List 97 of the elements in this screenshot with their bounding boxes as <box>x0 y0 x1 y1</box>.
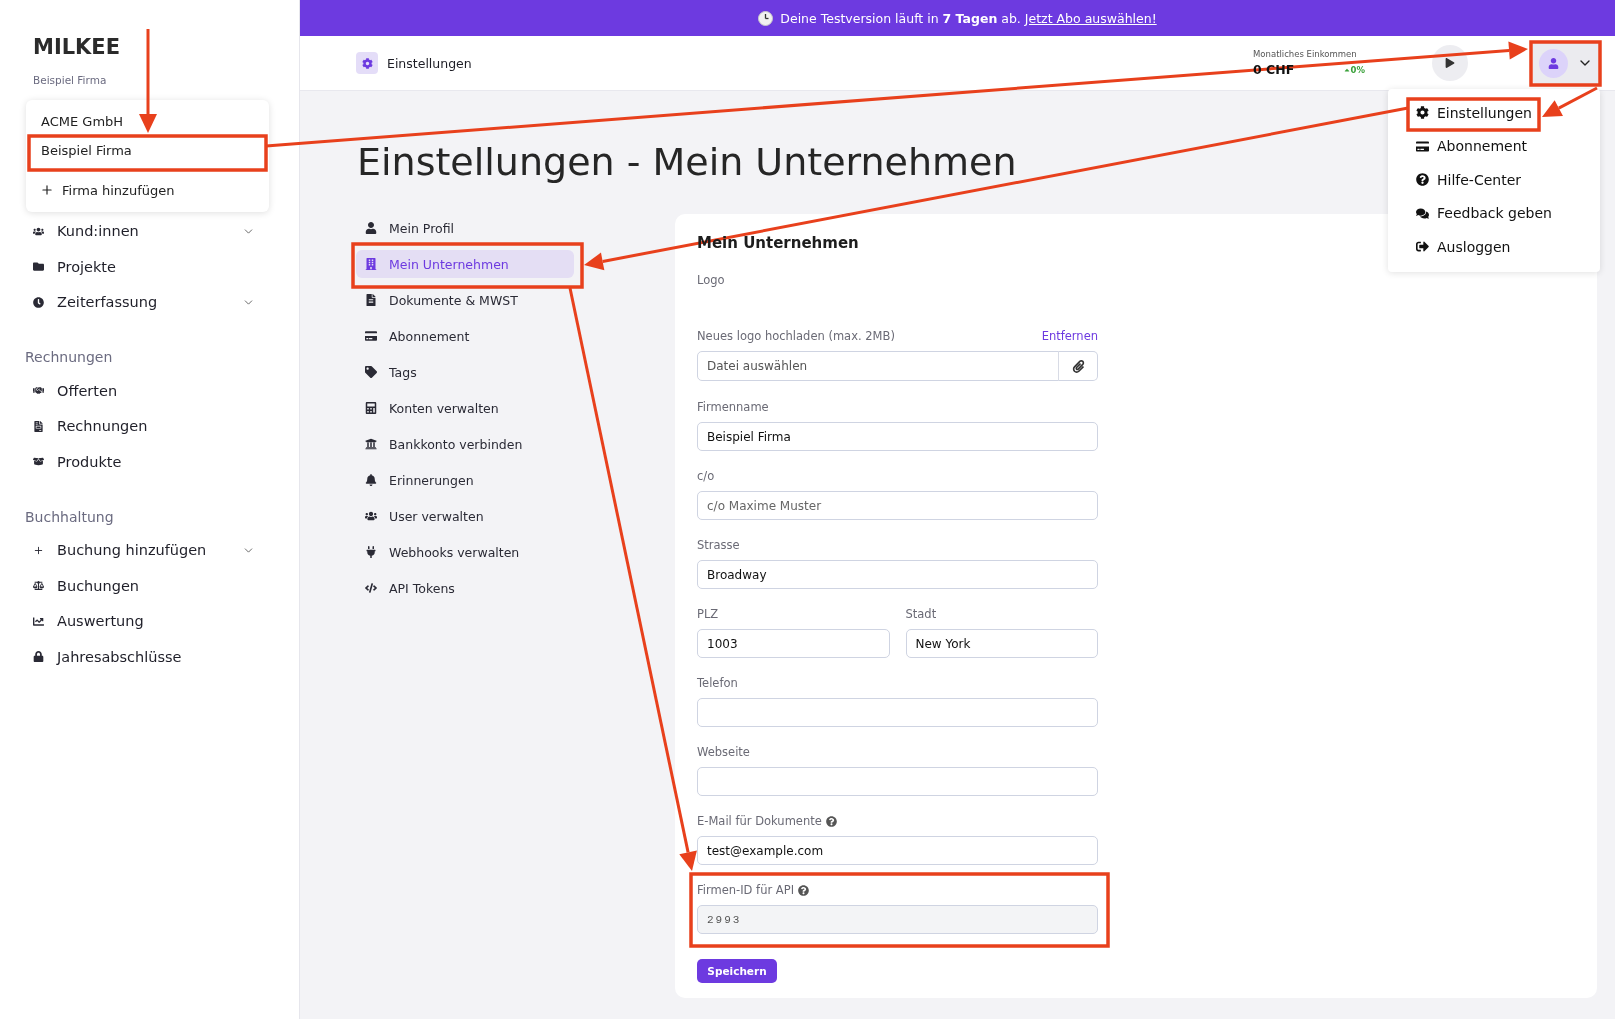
settings-nav-item[interactable]: Abonnement <box>356 322 574 350</box>
clock-icon <box>758 10 774 26</box>
settings-nav-item[interactable]: User verwalten <box>356 502 574 530</box>
annotation-arrow <box>1542 86 1598 117</box>
code-icon <box>365 582 377 594</box>
company-option[interactable]: ACME GmbH <box>26 106 269 136</box>
settings-nav-item[interactable]: Konten verwalten <box>356 394 574 422</box>
file-input-field[interactable]: Datei auswählen <box>697 351 1059 381</box>
tag-icon <box>365 366 377 378</box>
plus-icon <box>33 544 44 556</box>
choose-plan-link[interactable]: Jetzt Abo auswählen! <box>1024 10 1157 26</box>
save-button[interactable]: Speichern <box>697 959 777 983</box>
settings-nav-item[interactable]: API Tokens <box>356 574 574 602</box>
text-input-field[interactable]: 1003 <box>697 629 890 658</box>
lock-icon <box>33 651 44 663</box>
add-company-button[interactable]: Firma hinzufügen <box>26 175 269 205</box>
settings-nav-item[interactable]: Tags <box>356 358 574 386</box>
field-label: Webseite <box>697 745 750 759</box>
settings-nav-item[interactable]: Mein Profil <box>356 214 574 242</box>
field-label: Telefon <box>697 676 738 690</box>
settings-nav-item[interactable]: Dokumente & MWST <box>356 286 574 314</box>
field-label: Firmenname <box>697 400 769 414</box>
plug-icon <box>365 546 377 558</box>
nav-item[interactable]: Produkte <box>0 444 299 480</box>
users-icon <box>365 510 377 522</box>
nav-item[interactable]: Jahresabschlüsse <box>0 639 299 675</box>
settings-nav-item[interactable]: Bankkonto verbinden <box>356 430 574 458</box>
menu-item[interactable]: Hilfe-Center <box>1388 163 1600 197</box>
text-input-field[interactable]: Beispiel Firma <box>697 422 1098 451</box>
field-label: Stadt <box>905 607 937 621</box>
card-heading: Mein Unternehmen <box>697 234 859 252</box>
users-icon <box>33 225 44 237</box>
nav-item[interactable]: Offerten <box>0 373 299 409</box>
app-logo: MILKEE <box>32 34 121 60</box>
attach-button[interactable] <box>1058 351 1098 381</box>
text-input-field[interactable]: Broadway <box>697 560 1098 589</box>
income-label: Monatliches Einkommen <box>1253 49 1357 59</box>
settings-nav-item[interactable]: Mein Unternehmen <box>356 250 574 278</box>
nav-item[interactable]: Kund:innen <box>0 213 299 249</box>
menu-item[interactable]: Einstellungen <box>1388 96 1600 130</box>
field-label: E-Mail für Dokumente <box>697 814 822 828</box>
play-icon <box>1445 58 1455 68</box>
header-title: Einstellungen <box>387 55 472 71</box>
box-icon <box>33 456 44 468</box>
income-change: 0% <box>1350 64 1365 75</box>
scale-icon <box>33 580 44 592</box>
text-input-field[interactable]: test@example.com <box>697 836 1098 865</box>
bank-icon <box>365 438 377 450</box>
page-title: Einstellungen - Mein Unternehmen <box>356 140 1017 184</box>
company-option[interactable]: Beispiel Firma <box>26 135 269 165</box>
document-icon <box>365 294 377 306</box>
nav-item[interactable]: Buchung hinzufügen <box>0 532 299 568</box>
paperclip-icon <box>1071 359 1085 373</box>
field-label: Strasse <box>697 538 740 552</box>
settings-nav-item[interactable]: Erinnerungen <box>356 466 574 494</box>
text-input-field[interactable]: c/o Maxime Muster <box>697 491 1098 520</box>
settings-icon <box>1416 106 1429 120</box>
credit-card-icon <box>365 330 377 342</box>
settings-icon <box>356 52 378 74</box>
nav-section-heading: Rechnungen <box>25 348 113 366</box>
field-label: Firmen-ID für API <box>697 883 795 897</box>
nav-item[interactable]: Zeiterfassung <box>0 284 299 320</box>
field-label: c/o <box>697 469 715 483</box>
credit-card-icon <box>1416 139 1429 153</box>
logout-icon <box>1416 240 1429 254</box>
text-input-field[interactable] <box>697 698 1098 727</box>
field-label: Logo <box>697 273 725 287</box>
nav-section-heading: Buchhaltung <box>25 507 114 526</box>
menu-item[interactable]: Ausloggen <box>1388 230 1600 264</box>
user-icon <box>365 222 377 234</box>
settings-nav-item[interactable]: Webhooks verwalten <box>356 538 574 566</box>
bell-icon <box>365 474 377 486</box>
remove-link[interactable]: Entfernen <box>1041 329 1098 343</box>
trial-notice: Deine Testversion läuft in 7 Tagen ab. Jetzt Abo auswählen! <box>780 10 1157 26</box>
nav-item[interactable]: Auswertung <box>0 603 299 639</box>
field-label: Neues logo hochladen (max. 2MB) <box>697 329 895 343</box>
menu-item[interactable]: Abonnement <box>1388 129 1600 163</box>
nav-item[interactable]: Buchungen <box>0 568 299 604</box>
field-label: PLZ <box>697 607 719 621</box>
nav-item[interactable]: Rechnungen <box>0 408 299 444</box>
company-name: Beispiel Firma <box>33 73 107 88</box>
help-icon <box>1416 173 1429 187</box>
document-icon <box>33 420 44 432</box>
chat-icon <box>1416 206 1429 220</box>
line-chart-icon <box>33 615 44 627</box>
folder-icon <box>33 261 44 273</box>
nav-item[interactable]: Projekte <box>0 249 299 285</box>
building-icon <box>365 258 377 270</box>
calculator-icon <box>365 402 377 414</box>
handshake-icon <box>33 385 44 397</box>
menu-item[interactable]: Feedback geben <box>1388 196 1600 230</box>
text-input-field[interactable] <box>697 767 1098 796</box>
clock-icon <box>33 296 44 308</box>
plus-icon <box>40 183 54 197</box>
text-input-field[interactable]: New York <box>905 629 1098 658</box>
play-button[interactable] <box>1432 45 1468 81</box>
avatar-icon <box>1539 48 1568 78</box>
